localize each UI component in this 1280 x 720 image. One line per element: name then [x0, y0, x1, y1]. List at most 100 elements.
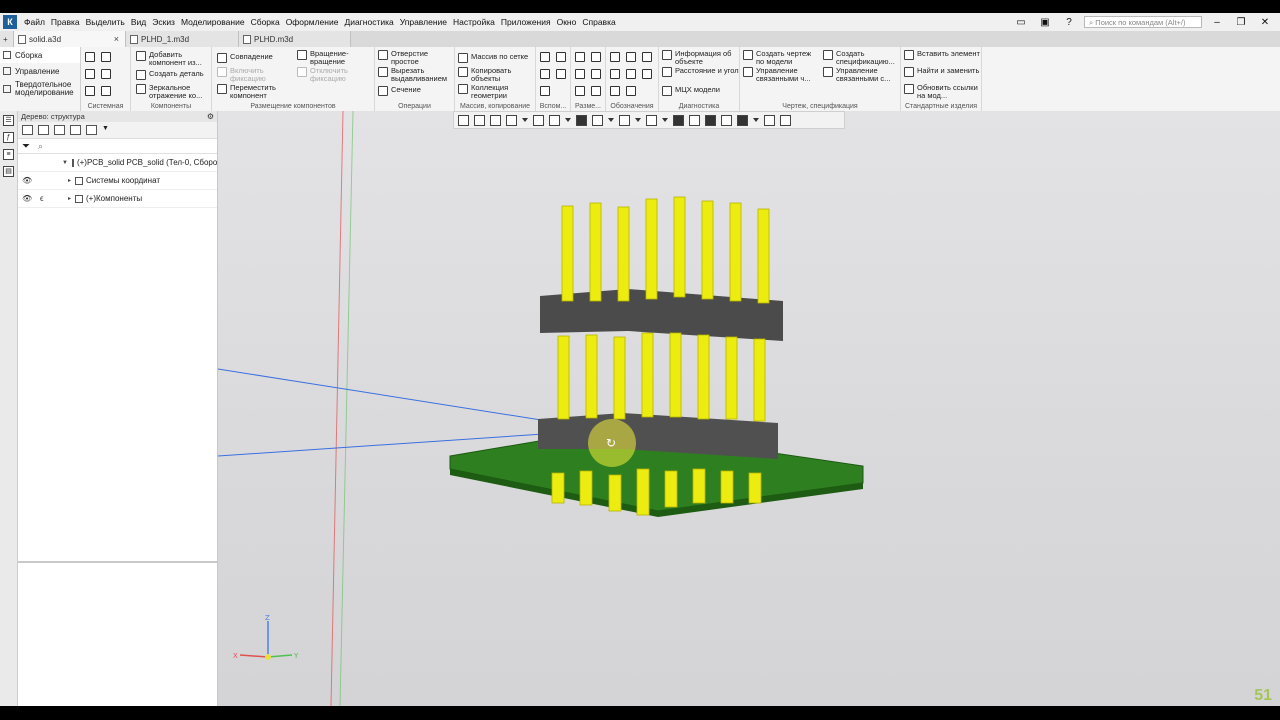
- chevron-down-icon[interactable]: [662, 118, 668, 122]
- manage-linked-drawings-button[interactable]: Управление связанными ч...: [743, 67, 821, 83]
- new-file-icon[interactable]: [85, 52, 95, 62]
- filter-icon[interactable]: [737, 114, 748, 126]
- close-tab-icon[interactable]: ×: [114, 34, 119, 44]
- cut-extrude-button[interactable]: Вырезать выдавливанием: [378, 67, 453, 83]
- axis-view-icon[interactable]: [549, 114, 560, 126]
- object-info-button[interactable]: Информация об объекте: [662, 50, 739, 66]
- hole-simple-button[interactable]: Отверстие простое: [378, 50, 453, 66]
- text-icon[interactable]: [642, 69, 652, 79]
- tolerance-icon[interactable]: [610, 69, 620, 79]
- distance-angle-button[interactable]: Расстояние и угол: [662, 67, 739, 77]
- sort-icon[interactable]: [86, 125, 97, 135]
- undo-icon[interactable]: [85, 86, 95, 96]
- 3d-scene[interactable]: ↻ Z X Y: [218, 111, 1280, 706]
- create-drawing-button[interactable]: Создать чертеж по модели: [743, 50, 821, 66]
- tree-view-icon[interactable]: [22, 125, 33, 135]
- hidden-edges-icon[interactable]: [673, 114, 684, 126]
- update-links-button[interactable]: Обновить ссылки на мод...: [904, 84, 981, 100]
- insert-element-button[interactable]: Вставить элемент: [904, 50, 981, 60]
- variables-icon[interactable]: ƒ: [3, 132, 14, 143]
- mark-icon[interactable]: [626, 69, 636, 79]
- properties-toggle-icon[interactable]: [764, 114, 775, 126]
- chevron-down-icon[interactable]: [522, 118, 528, 122]
- zoom-window-icon[interactable]: [474, 114, 485, 126]
- chevron-down-icon[interactable]: [635, 118, 641, 122]
- base-icon[interactable]: [610, 86, 620, 96]
- radius-dim-icon[interactable]: [575, 69, 585, 79]
- redo-icon[interactable]: [101, 86, 111, 96]
- chevron-down-icon[interactable]: [608, 118, 614, 122]
- dim-more-icon[interactable]: [591, 86, 601, 96]
- chevron-down-icon[interactable]: [565, 118, 571, 122]
- zoom-fit-icon[interactable]: [490, 114, 501, 126]
- menu-item-diagnostics[interactable]: Диагностика: [341, 17, 396, 27]
- copy-objects-button[interactable]: Копировать объекты: [458, 67, 535, 83]
- frame-icon[interactable]: [458, 114, 469, 126]
- axis-icon[interactable]: [556, 52, 566, 62]
- menu-item-sketch[interactable]: Эскиз: [149, 17, 178, 27]
- datum-icon[interactable]: [626, 52, 636, 62]
- menu-item-help[interactable]: Справка: [579, 17, 618, 27]
- screen-icon[interactable]: ▣: [1036, 17, 1054, 28]
- enable-fix-button[interactable]: Включить фиксацию: [217, 67, 295, 83]
- save-icon[interactable]: [101, 69, 111, 79]
- highlight-icon[interactable]: [721, 114, 732, 126]
- pen-icon[interactable]: [780, 114, 791, 126]
- disable-fix-button[interactable]: Отключить фиксацию: [297, 67, 373, 83]
- geometry-collection-button[interactable]: Коллекция геометрии: [458, 84, 535, 100]
- layers-display-icon[interactable]: [689, 114, 700, 126]
- expand-arrow-icon[interactable]: ▸: [68, 177, 71, 184]
- menu-item-drafting[interactable]: Оформление: [283, 17, 342, 27]
- 3d-viewport[interactable]: ↻ Z X Y: [218, 111, 1280, 706]
- find-replace-button[interactable]: Найти и заменить: [904, 67, 981, 77]
- menu-item-select[interactable]: Выделить: [83, 17, 128, 27]
- expand-arrow-icon[interactable]: ▼: [62, 160, 68, 166]
- linear-dim-icon[interactable]: [575, 52, 585, 62]
- layers-icon[interactable]: ≡: [3, 149, 14, 160]
- create-spec-button[interactable]: Создать спецификацию...: [823, 50, 899, 66]
- mirror-component-button[interactable]: Зеркальное отражение ко...: [136, 84, 210, 100]
- minimize-button[interactable]: –: [1208, 17, 1226, 28]
- tree-panel-icon[interactable]: ☰: [3, 115, 14, 126]
- print-icon[interactable]: [85, 69, 95, 79]
- orient-icon[interactable]: [533, 114, 544, 126]
- side-tab-solid-modeling[interactable]: Твердотельное моделирование: [0, 79, 80, 99]
- coincidence-button[interactable]: Совпадение: [217, 53, 295, 63]
- point-icon[interactable]: [540, 69, 550, 79]
- tree-row-coordinate-systems[interactable]: 👁 ▸ Системы координат: [18, 172, 217, 190]
- section-button[interactable]: Сечение: [378, 86, 453, 96]
- mass-center-button[interactable]: МЦХ модели: [662, 86, 739, 96]
- selection-icon[interactable]: [705, 114, 716, 126]
- wireframe-icon[interactable]: [592, 114, 603, 126]
- fixed-state-icon[interactable]: ϵ: [40, 194, 52, 203]
- tree-row-root[interactable]: ▼ (+)PCB_solid PCB_solid (Тел-0, Сборо..…: [18, 154, 217, 172]
- move-component-button[interactable]: Переместить компонент: [217, 84, 295, 100]
- tab-solid[interactable]: solid.a3d ×: [14, 31, 126, 47]
- shaded-display-icon[interactable]: [576, 114, 587, 126]
- command-search-input[interactable]: ⌕ Поиск по командам (Alt+/): [1084, 16, 1202, 28]
- close-button[interactable]: ✕: [1256, 17, 1274, 28]
- menu-item-file[interactable]: Файл: [21, 17, 48, 27]
- menu-item-apps[interactable]: Приложения: [498, 17, 554, 27]
- manage-linked-spec-button[interactable]: Управление связанными с...: [823, 67, 899, 83]
- eye-icon[interactable]: 👁: [22, 176, 34, 185]
- create-part-button[interactable]: Создать деталь: [136, 70, 210, 80]
- angle-dim-icon[interactable]: [591, 52, 601, 62]
- search-icon[interactable]: ⌕: [38, 141, 43, 152]
- chevron-down-icon[interactable]: ▼: [102, 125, 113, 135]
- layers-view-icon[interactable]: [54, 125, 65, 135]
- menu-item-edit[interactable]: Правка: [48, 17, 83, 27]
- grid-array-button[interactable]: Массив по сетке: [458, 53, 535, 63]
- cs-icon[interactable]: [556, 69, 566, 79]
- diam-dim-icon[interactable]: [591, 69, 601, 79]
- gear-icon[interactable]: ⚙: [207, 111, 214, 122]
- menu-item-modeling[interactable]: Моделирование: [178, 17, 248, 27]
- zoom-icon[interactable]: [506, 114, 517, 126]
- expand-arrow-icon[interactable]: ▸: [68, 195, 71, 202]
- side-tab-manage[interactable]: Управление: [0, 63, 80, 79]
- tree-row-components[interactable]: 👁 ϵ ▸ (+)Компоненты: [18, 190, 217, 208]
- rotate-button[interactable]: Вращение-вращение: [297, 50, 373, 66]
- restore-button[interactable]: ❐: [1232, 17, 1250, 28]
- panel-divider[interactable]: [18, 561, 217, 563]
- menu-item-manage[interactable]: Управление: [397, 17, 450, 27]
